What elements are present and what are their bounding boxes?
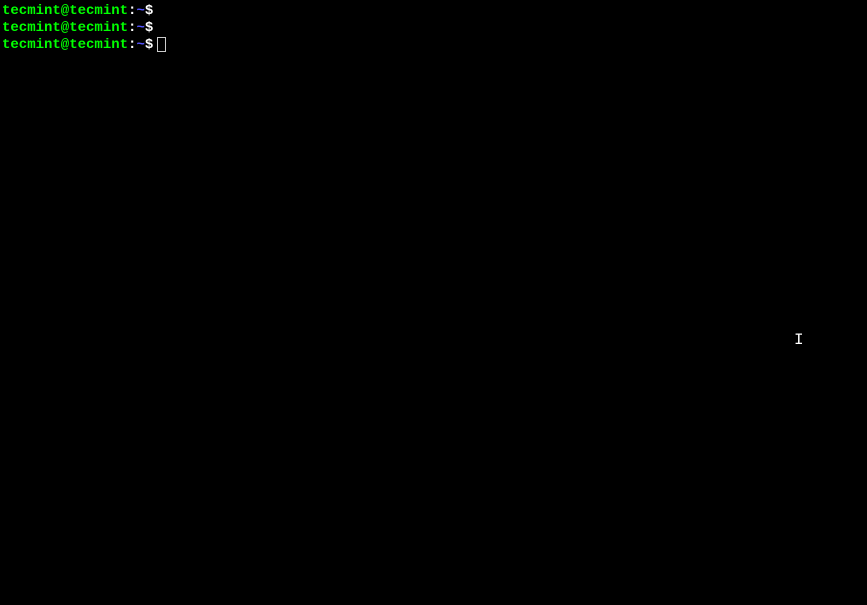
prompt-line: tecmint@tecmint:~$ [2,3,865,20]
prompt-line: tecmint@tecmint:~$ [2,20,865,37]
prompt-line: tecmint@tecmint:~$ [2,37,865,54]
terminal-area[interactable]: tecmint@tecmint:~$ tecmint@tecmint:~$ te… [0,0,867,57]
prompt-cwd: ~ [136,20,144,37]
prompt-dollar: $ [145,3,153,20]
prompt-cwd: ~ [136,3,144,20]
prompt-colon: : [128,20,136,37]
prompt-colon: : [128,37,136,54]
prompt-dollar: $ [145,37,153,54]
prompt-dollar: $ [145,20,153,37]
text-caret-icon: I [794,332,804,349]
prompt-user-host: tecmint@tecmint [2,20,128,37]
prompt-user-host: tecmint@tecmint [2,3,128,20]
prompt-colon: : [128,3,136,20]
prompt-cwd: ~ [136,37,144,54]
cursor-icon [157,37,166,52]
prompt-user-host: tecmint@tecmint [2,37,128,54]
